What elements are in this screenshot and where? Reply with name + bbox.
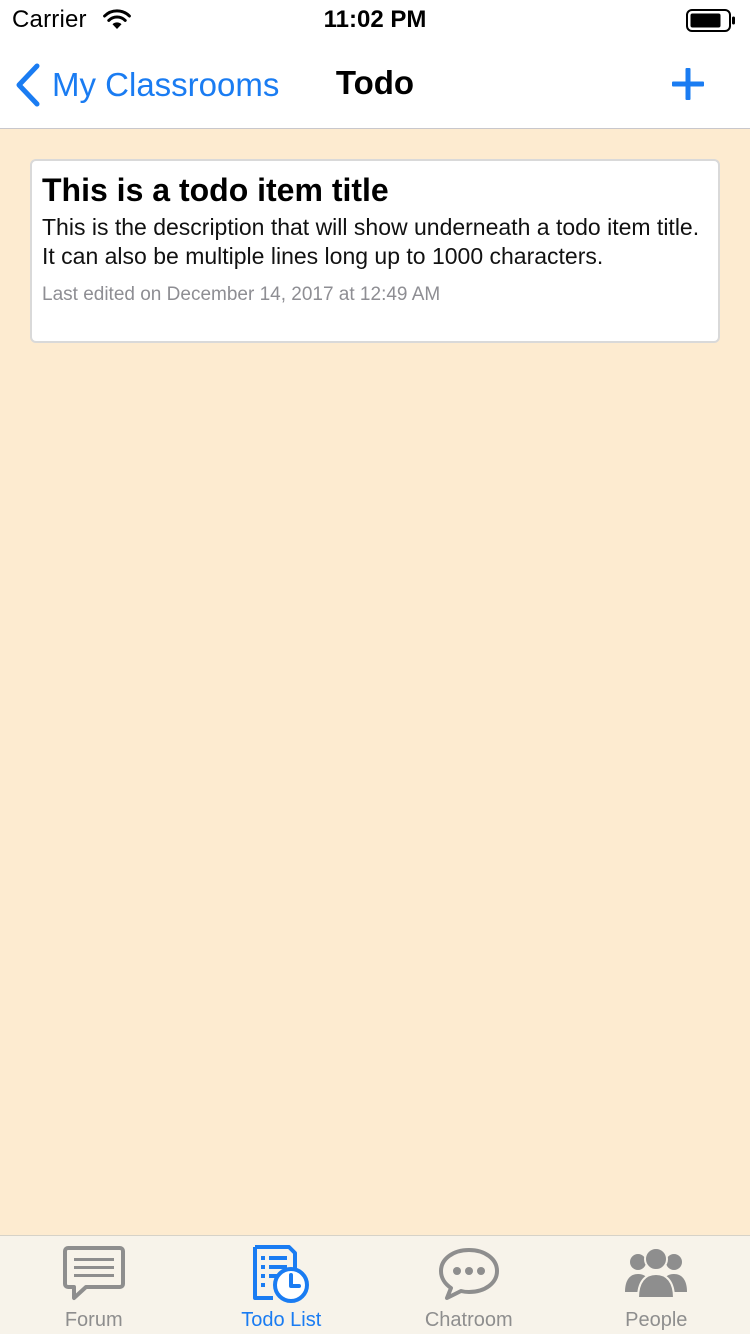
tab-todo-list[interactable]: Todo List: [188, 1236, 376, 1334]
tab-people[interactable]: People: [563, 1236, 750, 1334]
status-time: 11:02 PM: [323, 6, 427, 33]
todo-item-description: This is the description that will show u…: [42, 214, 700, 269]
todo-item-title: This is a todo item title: [42, 172, 389, 208]
todo-list[interactable]: This is a todo item title This is the de…: [0, 129, 750, 1235]
todo-list-icon: [253, 1245, 310, 1303]
people-icon: [625, 1247, 688, 1299]
tab-todo-list-label: Todo List: [241, 1309, 322, 1331]
tab-forum-label: Forum: [64, 1309, 123, 1331]
add-todo-button[interactable]: [670, 66, 706, 102]
tab-forum[interactable]: Forum: [0, 1236, 188, 1334]
battery-icon: [686, 9, 735, 32]
forum-icon: [62, 1246, 125, 1300]
todo-item-last-edited: Last edited on December 14, 2017 at 12:4…: [42, 284, 441, 305]
page-title: Todo: [335, 64, 415, 101]
tab-chatroom-label: Chatroom: [424, 1309, 513, 1331]
chatroom-icon: [438, 1248, 499, 1300]
tab-chatroom[interactable]: Chatroom: [375, 1236, 563, 1334]
todo-item-card[interactable]: This is a todo item title This is the de…: [30, 159, 720, 343]
tab-people-label: People: [625, 1309, 688, 1331]
app-root: Carrier 11:02 PM My Classrooms Todo This…: [0, 0, 750, 1334]
status-bar: Carrier 11:02 PM: [0, 0, 750, 40]
tab-bar: Forum Todo List Chatroom People: [0, 1235, 750, 1334]
navigation-bar: My Classrooms Todo: [0, 40, 750, 129]
